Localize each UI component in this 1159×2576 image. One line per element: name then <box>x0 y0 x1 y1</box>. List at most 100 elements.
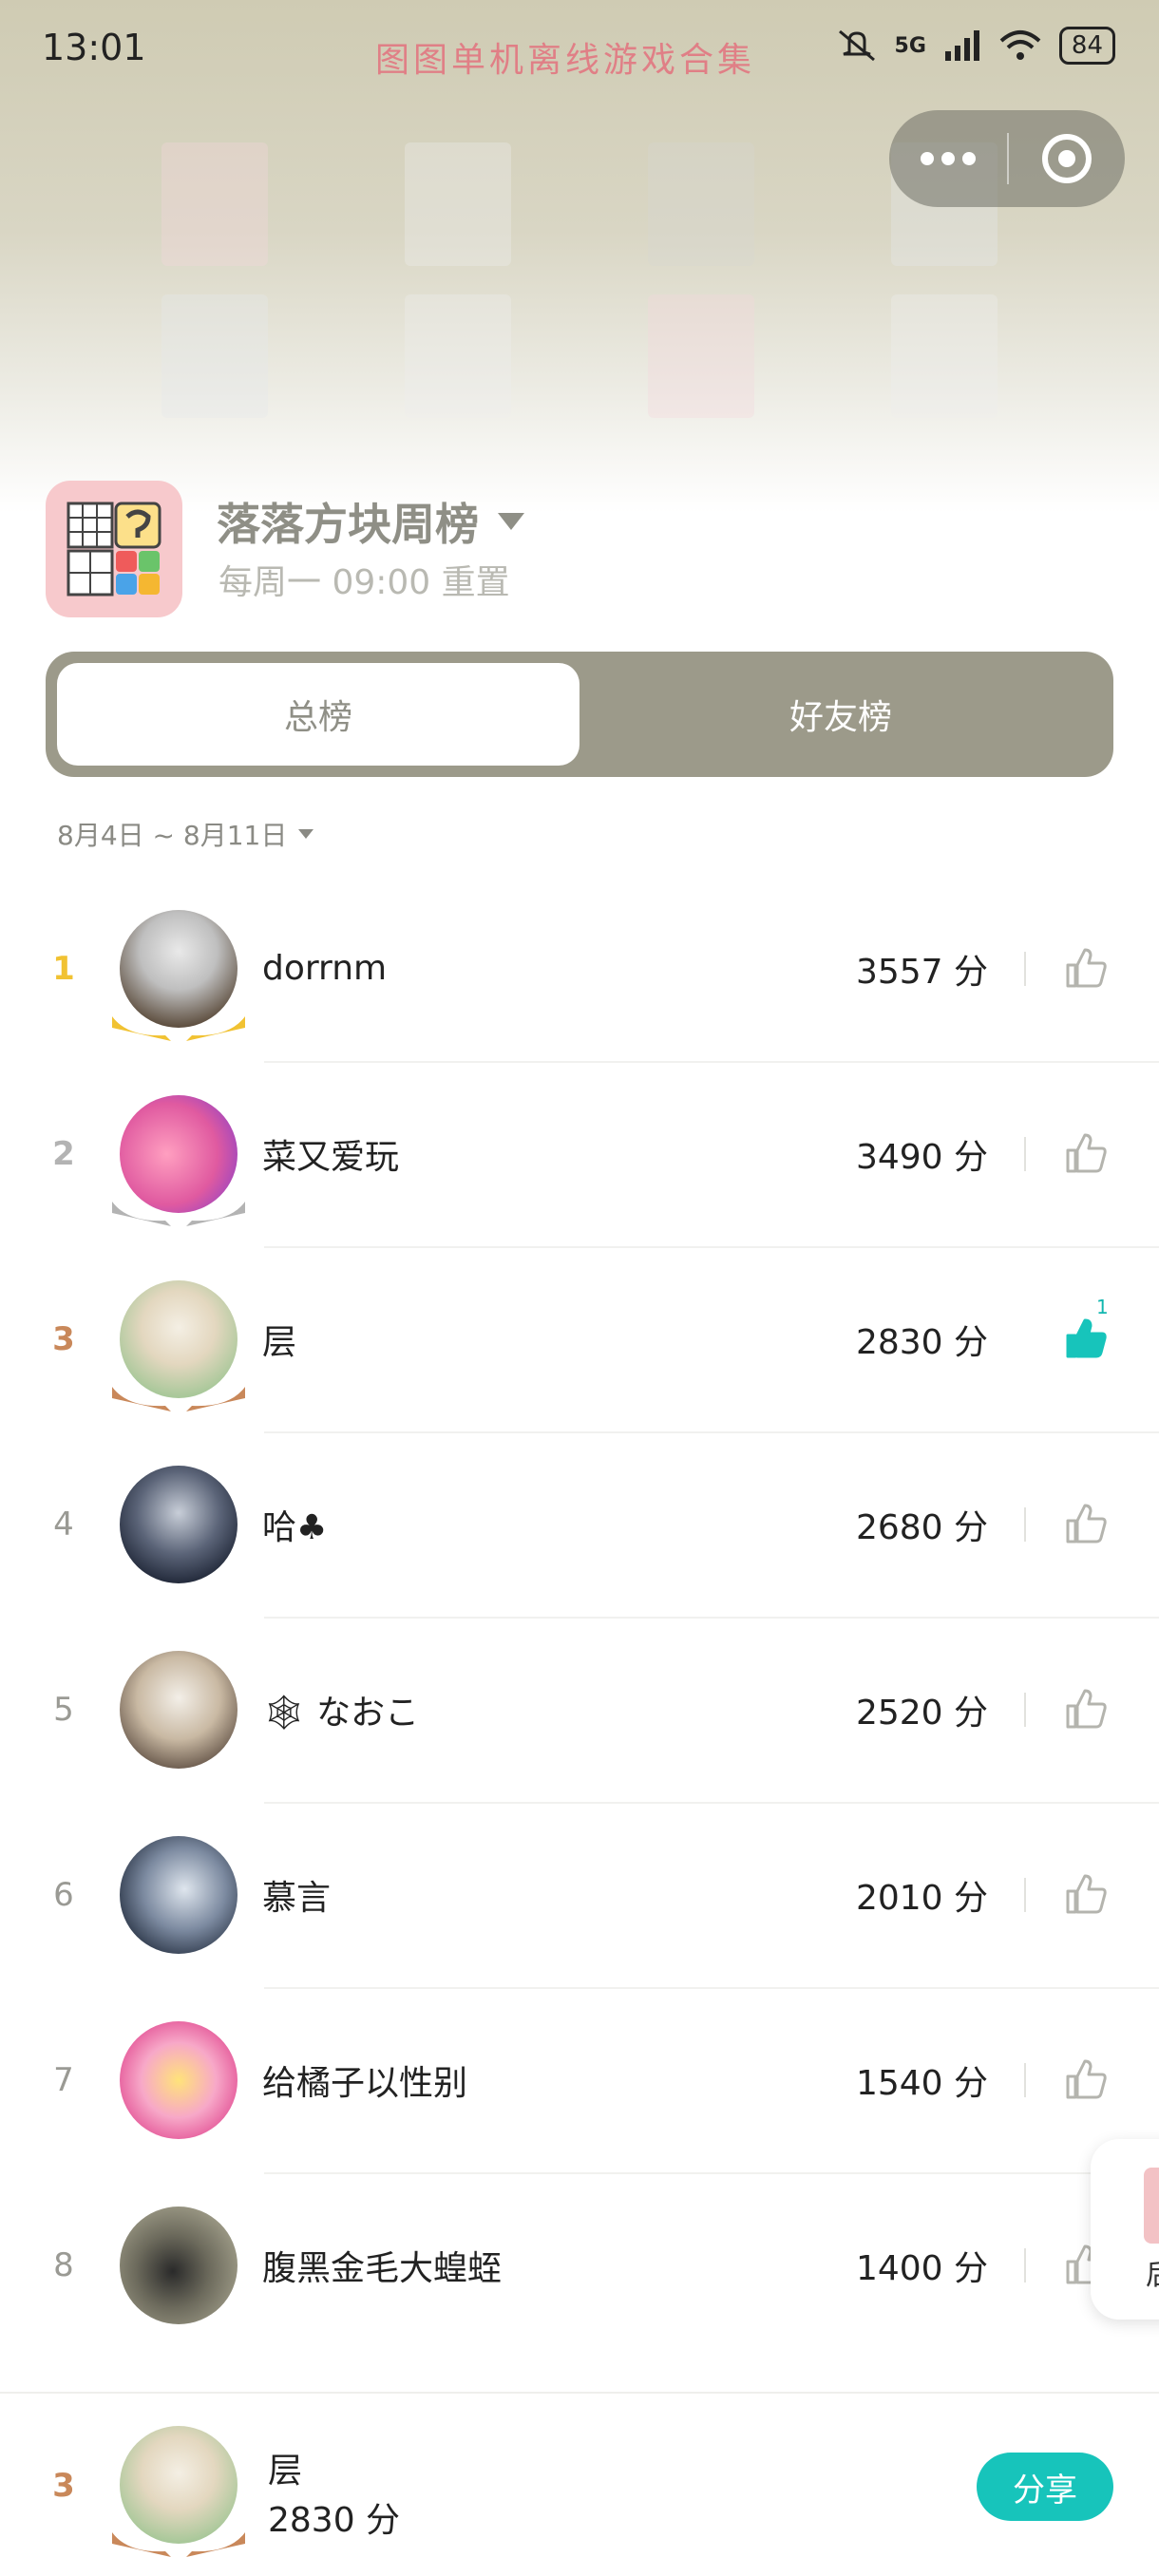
status-bar: 13:01 图图单机离线游戏合集 5G 84 <box>0 0 1159 95</box>
signal-icon <box>944 30 979 61</box>
player-name: 菜又爱玩 <box>262 1137 400 1177</box>
battery-indicator: 84 <box>1058 27 1115 65</box>
leaderboard-row: 7 给橘子以性别 1540 分 <box>0 1987 1159 2172</box>
dropdown-caret-icon <box>298 829 314 839</box>
mute-icon <box>838 29 875 62</box>
bronze-laurel-icon <box>112 2532 245 2557</box>
leaderboard-row: 6 慕言 2010 分 <box>0 1802 1159 1987</box>
rank-number: 2 <box>52 1134 75 1173</box>
divider <box>1024 2063 1026 2097</box>
sudoku-logo-icon <box>66 502 162 597</box>
player-name: dorrnm <box>262 949 388 988</box>
divider <box>1024 2248 1026 2282</box>
game-thumbnail <box>162 294 268 418</box>
player-score: 3490 分 <box>855 1137 988 1177</box>
rank-number: 1 <box>52 949 75 988</box>
bronze-laurel-icon <box>112 1387 245 1411</box>
rank-number: 7 <box>53 2060 74 2099</box>
leaderboard-row: 1 dorrnm 3557 分 <box>0 876 1159 1061</box>
game-thumbnail <box>648 142 754 266</box>
player-score: 2010 分 <box>855 1878 988 1918</box>
rank-number: 4 <box>53 1505 74 1544</box>
thumbs-up-icon[interactable] <box>1062 1500 1110 1547</box>
player-name: 🕸 なおこ <box>262 1693 420 1733</box>
gold-laurel-icon <box>112 1016 245 1041</box>
my-rank-bar: 3 层 2830 分 分享 <box>0 2392 1159 2576</box>
leaderboard-row: 5 🕸 なおこ 2520 分 <box>0 1617 1159 1802</box>
player-score: 1540 分 <box>855 2063 988 2103</box>
tab-overall[interactable]: 总榜 <box>57 663 580 766</box>
player-name: 哈♣ <box>262 1507 328 1547</box>
tab-friends[interactable]: 好友榜 <box>580 663 1102 766</box>
player-name: 腹黑金毛大蝗蛭 <box>262 2248 503 2288</box>
game-icon <box>46 481 182 617</box>
avatar[interactable] <box>116 1466 241 1591</box>
leaderboard-list: 1 dorrnm 3557 分 2 菜又爱玩 3490 分 3 层 2830 分… <box>0 876 1159 2358</box>
rank-number: 6 <box>53 1875 74 1914</box>
player-name: 层 <box>262 1322 297 1362</box>
avatar[interactable] <box>116 2021 241 2147</box>
game-thumbnail <box>405 294 511 418</box>
more-dot-icon <box>962 152 976 165</box>
player-score: 3557 分 <box>855 952 988 992</box>
divider <box>1024 1137 1026 1171</box>
leaderboard-row: 8 腹黑金毛大蝗蛭 1400 分 <box>0 2172 1159 2358</box>
thumbs-up-icon[interactable] <box>1062 1129 1110 1177</box>
avatar[interactable] <box>112 1280 245 1411</box>
game-thumbnail <box>162 142 268 266</box>
player-score: 2680 分 <box>855 1507 988 1547</box>
leaderboard-page: 13:01 图图单机离线游戏合集 5G 84 落落方块周榜 每周一 09:00 … <box>0 0 1159 2576</box>
avatar[interactable] <box>112 910 245 1041</box>
row-divider <box>264 1431 1159 1433</box>
leaderboard-title: 落落方块周榜 <box>217 499 479 550</box>
floating-card-label: 后 <box>1146 2251 1159 2293</box>
player-name: 慕言 <box>262 1878 332 1918</box>
row-divider <box>264 1802 1159 1804</box>
avatar-image <box>120 2021 238 2139</box>
avatar[interactable] <box>116 1836 241 1961</box>
silver-laurel-icon <box>112 1202 245 1226</box>
thumbs-up-icon[interactable] <box>1062 2055 1110 2103</box>
avatar-image <box>120 1836 238 1954</box>
my-score: 2830 分 <box>268 2501 401 2540</box>
avatar[interactable] <box>116 1651 241 1776</box>
avatar[interactable] <box>116 2207 241 2332</box>
floating-game-card[interactable]: 后 <box>1091 2139 1159 2320</box>
my-avatar[interactable] <box>112 2426 245 2557</box>
game-thumbnail <box>891 294 998 418</box>
date-range-label: 8月4日 ~ 8月11日 <box>57 820 288 851</box>
divider <box>1024 1878 1026 1912</box>
leaderboard-selector[interactable]: 落落方块周榜 <box>217 490 524 553</box>
rank-number: 5 <box>53 1690 74 1729</box>
avatar-image <box>120 1466 238 1583</box>
game-mini-icon <box>1144 2168 1159 2244</box>
app-watermark: 图图单机离线游戏合集 <box>375 41 756 80</box>
thumbs-up-icon[interactable] <box>1062 1685 1110 1733</box>
reset-schedule: 每周一 09:00 重置 <box>218 563 510 602</box>
divider <box>1024 1507 1026 1542</box>
player-score: 1400 分 <box>855 2248 988 2288</box>
leaderboard-row: 2 菜又爱玩 3490 分 <box>0 1061 1159 1246</box>
dropdown-caret-icon <box>498 513 524 530</box>
wifi-icon <box>999 30 1041 60</box>
more-menu-button[interactable] <box>889 152 1007 165</box>
divider <box>1024 1693 1026 1727</box>
thumbs-up-icon[interactable] <box>1062 944 1110 992</box>
status-time: 13:01 <box>42 27 146 68</box>
thumbs-up-filled-icon[interactable] <box>1062 1315 1110 1362</box>
share-button[interactable]: 分享 <box>977 2453 1113 2521</box>
game-thumbnail <box>648 294 754 418</box>
thumbs-up-icon[interactable] <box>1062 1870 1110 1918</box>
divider <box>1024 952 1026 986</box>
date-range-selector[interactable]: 8月4日 ~ 8月11日 <box>57 815 314 853</box>
more-dot-icon <box>941 152 955 165</box>
player-score: 2520 分 <box>855 1693 988 1733</box>
network-label: 5G <box>894 33 926 58</box>
my-name: 层 <box>268 2452 303 2491</box>
system-icons: 5G 84 <box>836 27 1115 65</box>
leaderboard-tabs: 总榜 好友榜 <box>46 652 1113 777</box>
rank-number: 3 <box>52 1319 75 1358</box>
rank-number: 8 <box>53 2245 74 2284</box>
avatar[interactable] <box>112 1095 245 1226</box>
close-miniprogram-button[interactable] <box>1009 134 1125 183</box>
